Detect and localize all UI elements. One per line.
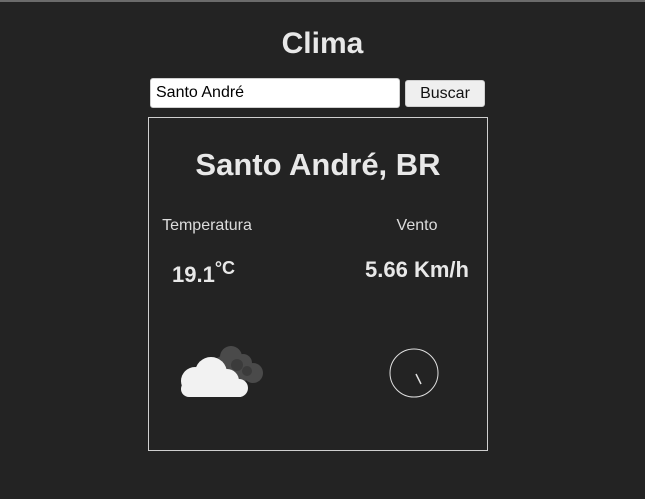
search-input[interactable] — [150, 78, 400, 108]
temperature-unit: °C — [214, 258, 236, 278]
wind-label: Vento — [396, 217, 438, 234]
temperature-label: Temperatura — [162, 217, 252, 234]
page-title: Clima — [281, 27, 364, 60]
wind-direction-gauge-icon — [389, 348, 439, 398]
wind-speed-value: 5.66 Km/h — [365, 257, 469, 282]
weather-card: Santo André, BR Temperatura Vento 19.1°C… — [148, 117, 488, 451]
cloud-icon — [181, 346, 263, 397]
temperature-value: 19.1°C — [172, 258, 236, 290]
temperature-number: 19.1 — [172, 262, 215, 287]
window-top-border — [0, 0, 645, 2]
city-name: Santo André, BR — [195, 147, 441, 182]
search-button[interactable]: Buscar — [405, 80, 485, 107]
